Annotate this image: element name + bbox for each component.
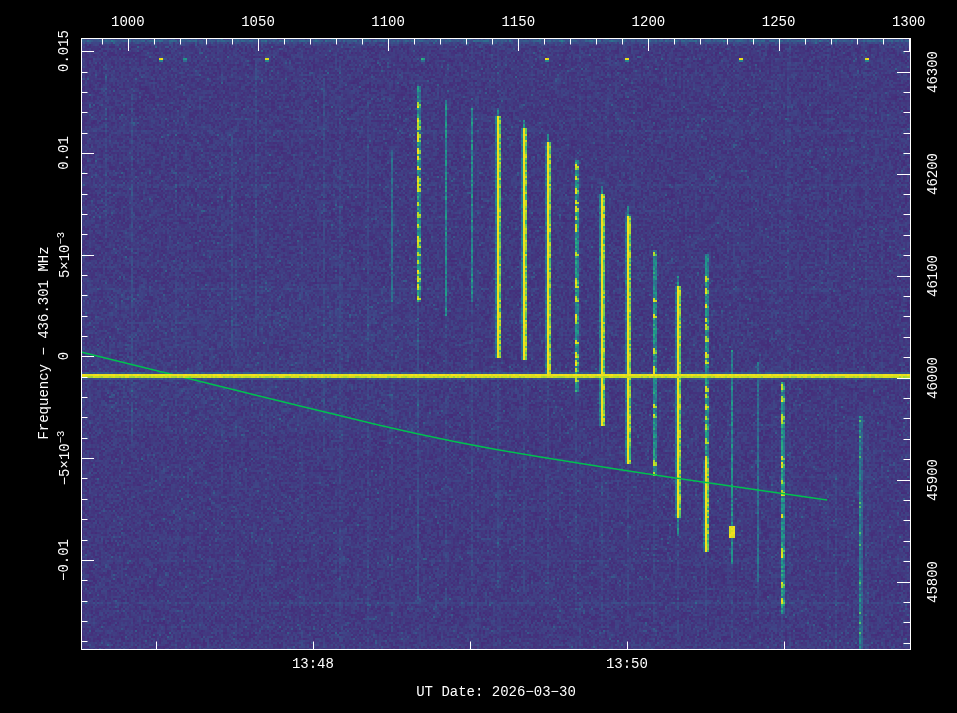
top-axis-tick-label: 1200: [632, 15, 666, 29]
right-axis-tick-label: 46300: [926, 51, 940, 93]
top-axis-tick-label: 1300: [892, 15, 926, 29]
x-axis-title: UT Date: 2026−03−30: [416, 685, 576, 699]
top-axis-tick-label: 1250: [762, 15, 796, 29]
spectrogram-window: 1000 1050 1100 1150 1200 1250 1300 0.015 0.01 5×1…: [0, 0, 957, 713]
top-axis-tick-label: 1150: [501, 15, 535, 29]
y-axis-title: Frequency − 436.301 MHz: [37, 246, 51, 439]
right-axis-tick-label: 46100: [926, 255, 940, 297]
left-axis-tick-label: 0.01: [57, 136, 71, 170]
left-axis-tick-label: −0.01: [57, 539, 71, 581]
left-axis-tick-label: −5×10−3: [56, 431, 73, 486]
right-axis-tick-label: 45800: [926, 561, 940, 603]
spectrogram-canvas: [0, 0, 957, 713]
left-axis-tick-label: 0.015: [57, 30, 71, 72]
right-axis-tick-label: 46000: [926, 357, 940, 399]
left-axis-tick-label: 5×10−3: [56, 232, 73, 278]
top-axis-tick-label: 1100: [371, 15, 405, 29]
bottom-axis-tick-label: 13:50: [606, 657, 648, 671]
bottom-axis-tick-label: 13:48: [292, 657, 334, 671]
top-axis-tick-label: 1050: [241, 15, 275, 29]
right-axis-tick-label: 46200: [926, 153, 940, 195]
right-axis-tick-label: 45900: [926, 459, 940, 501]
left-axis-tick-label: 0: [57, 352, 71, 360]
top-axis-tick-label: 1000: [111, 15, 145, 29]
